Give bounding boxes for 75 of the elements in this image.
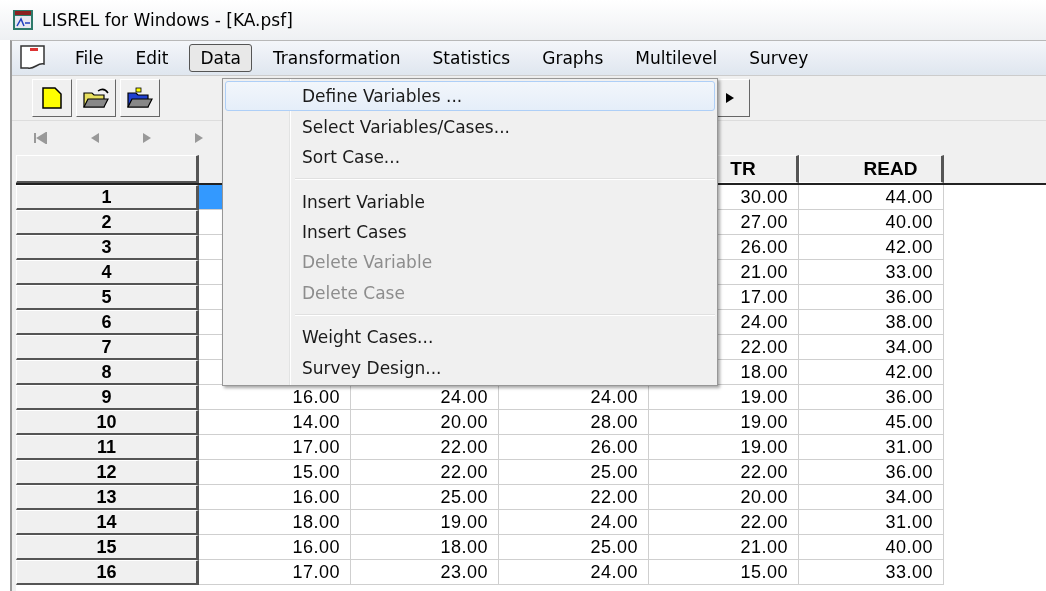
menu-item[interactable]: File [64,44,115,72]
row-header[interactable]: 9 [16,385,199,410]
table-cell: 25.00 [499,460,649,485]
menu-item[interactable]: Statistics [421,44,522,72]
table-cell: 36.00 [799,285,944,310]
row-header[interactable]: 8 [16,360,199,385]
table-cell: 24.00 [499,510,649,535]
table-cell: 23.00 [351,560,499,585]
table-cell: 44.00 [799,185,944,210]
row-header[interactable]: 4 [16,260,199,285]
table-cell: 34.00 [799,335,944,360]
table-cell: 17.00 [199,560,351,585]
table-cell: 14.00 [199,410,351,435]
table-cell: 31.00 [799,510,944,535]
table-cell: 17.00 [199,435,351,460]
table-cell: 18.00 [199,510,351,535]
table-cell: 16.00 [199,535,351,560]
menu-item[interactable]: Transformation [261,44,412,72]
row-header[interactable]: 13 [16,485,199,510]
table-cell: 24.00 [499,385,649,410]
table-cell: 19.00 [351,510,499,535]
table-cell: 15.00 [199,460,351,485]
window-title: LISREL for Windows - [KA.psf] [42,10,293,30]
menu-item[interactable]: Data [189,44,252,72]
row-header[interactable]: 12 [16,460,199,485]
table-cell: 19.00 [649,385,799,410]
table-cell: 26.00 [499,435,649,460]
table-cell: 22.00 [351,460,499,485]
table-cell: 20.00 [351,410,499,435]
table-cell: 22.00 [649,460,799,485]
table-cell: 19.00 [649,410,799,435]
table-cell: 31.00 [799,435,944,460]
menu-entry[interactable]: Define Variables ... [225,81,715,112]
table-cell: 42.00 [799,235,944,260]
table-cell: 21.00 [649,535,799,560]
menu-item[interactable]: Multilevel [624,44,729,72]
row-header[interactable]: 6 [16,310,199,335]
table-cell: 36.00 [799,460,944,485]
table-cell: 25.00 [499,535,649,560]
table-cell: 22.00 [499,485,649,510]
table-cell: 40.00 [799,535,944,560]
table-cell: 28.00 [499,410,649,435]
row-header[interactable]: 1 [16,185,199,210]
table-cell: 42.00 [799,360,944,385]
table-cell: 19.00 [649,435,799,460]
table-cell: 40.00 [799,210,944,235]
table-cell: 22.00 [351,435,499,460]
row-header[interactable]: 11 [16,435,199,460]
table-cell: 15.00 [649,560,799,585]
table-cell: 22.00 [649,510,799,535]
table-cell: 25.00 [351,485,499,510]
table-cell: 36.00 [799,385,944,410]
table-cell: 16.00 [199,385,351,410]
table-cell: 34.00 [799,485,944,510]
row-header[interactable]: 15 [16,535,199,560]
row-header[interactable]: 10 [16,410,199,435]
row-header[interactable]: 16 [16,560,199,585]
table-cell: 24.00 [499,560,649,585]
menu-item[interactable]: Graphs [531,44,615,72]
menu-item[interactable]: Edit [124,44,180,72]
row-header[interactable]: 5 [16,285,199,310]
table-cell: 38.00 [799,310,944,335]
row-header[interactable]: 3 [16,235,199,260]
menu-item[interactable]: Survey [738,44,820,72]
table-cell: 20.00 [649,485,799,510]
table-cell: 18.00 [351,535,499,560]
row-header[interactable]: 2 [16,210,199,235]
table-cell: 16.00 [199,485,351,510]
row-header[interactable]: 7 [16,335,199,360]
table-cell: 33.00 [799,260,944,285]
row-header[interactable]: 14 [16,510,199,535]
table-cell: 24.00 [351,385,499,410]
table-cell: 33.00 [799,560,944,585]
menu-entry[interactable]: Select Variables/Cases... [225,111,715,142]
table-cell: 45.00 [799,410,944,435]
